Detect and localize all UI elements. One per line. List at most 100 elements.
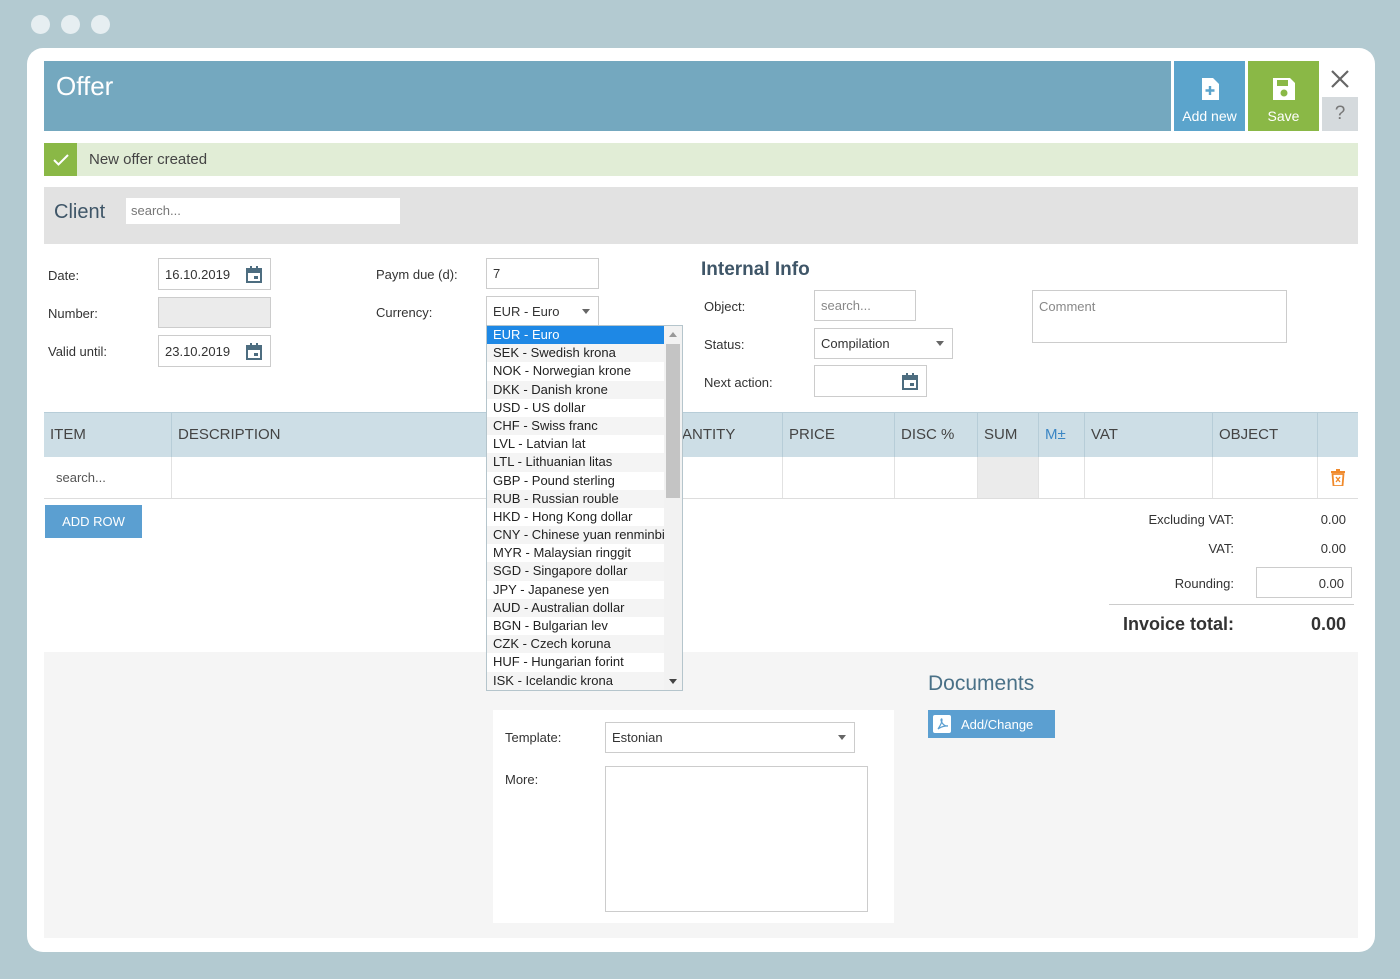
currency-option[interactable]: EUR - Euro [487, 326, 664, 345]
save-disk-icon [1272, 78, 1295, 100]
currency-value: EUR - Euro [493, 304, 560, 319]
currency-option[interactable]: LVL - Latvian lat [487, 435, 664, 453]
pdf-icon [933, 715, 951, 733]
object-search-input[interactable]: search... [814, 290, 916, 321]
currency-option[interactable]: CNY - Chinese yuan renminbi [487, 526, 665, 545]
window-dot-maximize[interactable] [91, 15, 110, 34]
help-button[interactable]: ? [1322, 97, 1358, 131]
calendar-icon[interactable] [246, 266, 262, 283]
col-vat: VAT [1084, 413, 1212, 458]
row-price[interactable] [782, 457, 894, 498]
items-table-header: ITEM DESCRIPTION ANTITY PRICE DISC % SUM… [44, 412, 1358, 458]
template-select[interactable]: Estonian [605, 722, 855, 753]
currency-option[interactable]: USD - US dollar [487, 399, 664, 417]
window-controls [31, 15, 110, 34]
paym-due-field[interactable]: 7 [486, 258, 599, 289]
currency-option[interactable]: HUF - Hungarian forint [487, 653, 664, 671]
currency-option[interactable]: ISK - Icelandic krona [487, 671, 664, 690]
currency-option[interactable]: NOK - Norwegian krone [487, 362, 664, 380]
row-disc[interactable] [894, 457, 977, 498]
window-dot-close[interactable] [31, 15, 50, 34]
currency-label: Currency: [376, 305, 433, 320]
currency-option[interactable]: AUD - Australian dollar [487, 598, 664, 617]
template-box: Template: Estonian More: [493, 710, 894, 923]
currency-option[interactable]: GBP - Pound sterling [487, 472, 664, 490]
currency-option[interactable]: BGN - Bulgarian lev [487, 617, 664, 635]
scroll-up-icon[interactable] [669, 332, 677, 337]
template-value: Estonian [612, 730, 663, 745]
client-label: Client [54, 201, 106, 223]
number-label: Number: [48, 306, 98, 321]
page-title: Offer [56, 71, 114, 101]
add-change-label: Add/Change [961, 716, 1034, 732]
chevron-down-icon [936, 341, 944, 346]
valid-until-value: 23.10.2019 [165, 343, 231, 359]
next-action-field[interactable] [814, 365, 927, 397]
rounding-label: Rounding: [1174, 576, 1234, 591]
row-description[interactable] [171, 457, 492, 498]
col-sum: SUM [977, 413, 1038, 458]
add-file-icon [1201, 78, 1219, 100]
col-object: OBJECT [1212, 413, 1317, 458]
currency-option[interactable]: JPY - Japanese yen [487, 581, 664, 599]
documents-title: Documents [928, 672, 1035, 695]
valid-until-label: Valid until: [48, 344, 108, 359]
currency-dropdown-list[interactable]: EUR - Euro SEK - Swedish krona NOK - Norwe… [486, 325, 683, 691]
col-margin[interactable]: M± [1038, 413, 1084, 458]
add-new-label: Add new [1182, 108, 1237, 124]
status-select[interactable]: Compilation [814, 328, 953, 359]
row-actions [1317, 457, 1358, 498]
save-button[interactable]: Save [1248, 61, 1319, 131]
object-placeholder: search... [821, 298, 871, 313]
currency-option[interactable]: HKD - Hong Kong dollar [487, 508, 664, 526]
trash-icon[interactable] [1331, 469, 1345, 486]
currency-option[interactable]: MYR - Malaysian ringgit [487, 544, 664, 562]
status-value: Compilation [821, 336, 890, 351]
currency-options: EUR - Euro SEK - Swedish krona NOK - Norwe… [487, 326, 665, 690]
currency-option[interactable]: CHF - Swiss franc [487, 416, 664, 436]
add-new-button[interactable]: Add new [1174, 61, 1245, 131]
dropdown-scrollbar[interactable] [664, 326, 682, 690]
date-field[interactable]: 16.10.2019 [158, 258, 271, 290]
number-field[interactable] [158, 297, 271, 328]
more-textarea[interactable] [605, 766, 868, 912]
scroll-down-icon[interactable] [669, 679, 677, 684]
col-disc: DISC % [894, 413, 977, 458]
comment-textarea[interactable]: Comment [1032, 290, 1287, 343]
row-item-search[interactable]: search... [44, 457, 171, 498]
currency-option[interactable]: SEK - Swedish krona [487, 344, 664, 363]
status-label: Status: [704, 337, 745, 352]
row-object[interactable] [1212, 457, 1317, 498]
currency-option[interactable]: SGD - Singapore dollar [487, 562, 664, 581]
add-change-documents-button[interactable]: Add/Change [928, 710, 1055, 738]
rounding-input[interactable]: 0.00 [1256, 567, 1352, 598]
invoice-total-value: 0.00 [1310, 614, 1346, 634]
check-icon [44, 143, 77, 176]
add-row-button[interactable]: ADD ROW [45, 505, 142, 538]
scrollbar-thumb[interactable] [666, 344, 680, 498]
col-item: ITEM [50, 426, 86, 443]
vat-value: 0.00 [1320, 541, 1346, 556]
row-sum [977, 457, 1038, 498]
client-search-input[interactable]: search... [126, 198, 400, 224]
chevron-down-icon [838, 735, 846, 740]
currency-option[interactable]: DKK - Danish krone [487, 380, 664, 399]
row-margin[interactable] [1038, 457, 1084, 498]
calendar-icon[interactable] [246, 343, 262, 360]
close-icon[interactable] [1327, 66, 1353, 92]
more-label: More: [505, 772, 539, 787]
col-actions [1317, 413, 1358, 458]
row-vat[interactable] [1084, 457, 1212, 498]
currency-option[interactable]: CZK - Czech koruna [487, 635, 664, 654]
currency-select[interactable]: EUR - Euro [486, 296, 599, 327]
currency-option[interactable]: RUB - Russian rouble [487, 489, 664, 508]
calendar-icon[interactable] [902, 373, 918, 390]
window-dot-minimize[interactable] [61, 15, 80, 34]
invoice-total-label: Invoice total: [1122, 614, 1234, 634]
excl-vat-label: Excluding VAT: [1148, 512, 1234, 527]
col-quantity: ANTITY [682, 426, 736, 443]
notification-text: New offer created [89, 151, 208, 168]
valid-until-field[interactable]: 23.10.2019 [158, 335, 271, 367]
currency-option[interactable]: LTL - Lithuanian litas [487, 453, 664, 472]
col-description: DESCRIPTION [171, 413, 492, 458]
